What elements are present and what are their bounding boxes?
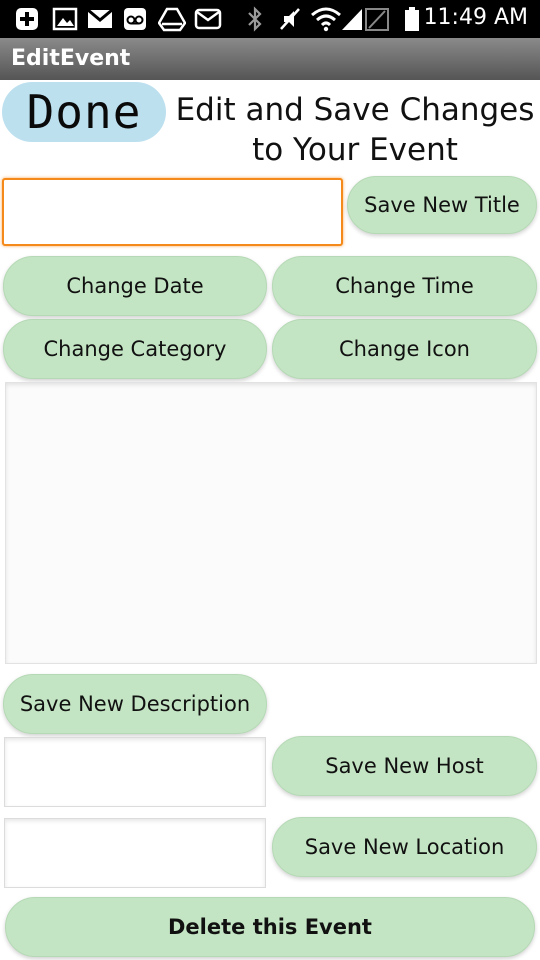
status-bar: 11:49 AM bbox=[0, 0, 540, 38]
done-button[interactable]: Done bbox=[2, 82, 166, 142]
page-heading: Edit and Save Changes to Your Event bbox=[175, 92, 535, 168]
location-input[interactable] bbox=[4, 818, 266, 888]
host-input[interactable] bbox=[4, 737, 266, 807]
battery-icon bbox=[405, 7, 419, 31]
change-category-button[interactable]: Change Category bbox=[3, 319, 267, 379]
app-title: EditEvent bbox=[11, 46, 131, 71]
app-title-bar: EditEvent bbox=[0, 38, 540, 80]
save-description-button[interactable]: Save New Description bbox=[3, 674, 267, 734]
drive-icon bbox=[158, 7, 186, 32]
description-textarea[interactable] bbox=[5, 382, 537, 664]
mail-icon bbox=[194, 8, 222, 30]
mute-icon bbox=[280, 8, 300, 30]
save-location-button[interactable]: Save New Location bbox=[272, 817, 537, 877]
voicemail-icon bbox=[124, 8, 146, 30]
status-time: 11:49 AM bbox=[423, 5, 528, 30]
wifi-icon bbox=[311, 7, 341, 32]
add-notification-icon bbox=[16, 8, 38, 30]
delete-event-button[interactable]: Delete this Event bbox=[5, 897, 535, 957]
title-input[interactable] bbox=[2, 178, 343, 246]
change-icon-button[interactable]: Change Icon bbox=[272, 319, 537, 379]
signal-icon bbox=[342, 8, 389, 31]
change-time-button[interactable]: Change Time bbox=[272, 256, 537, 316]
gmail-icon bbox=[87, 8, 113, 28]
image-icon bbox=[52, 7, 78, 31]
bluetooth-icon bbox=[248, 6, 262, 32]
save-host-button[interactable]: Save New Host bbox=[272, 736, 537, 796]
change-date-button[interactable]: Change Date bbox=[3, 256, 267, 316]
save-title-button[interactable]: Save New Title bbox=[347, 176, 537, 234]
